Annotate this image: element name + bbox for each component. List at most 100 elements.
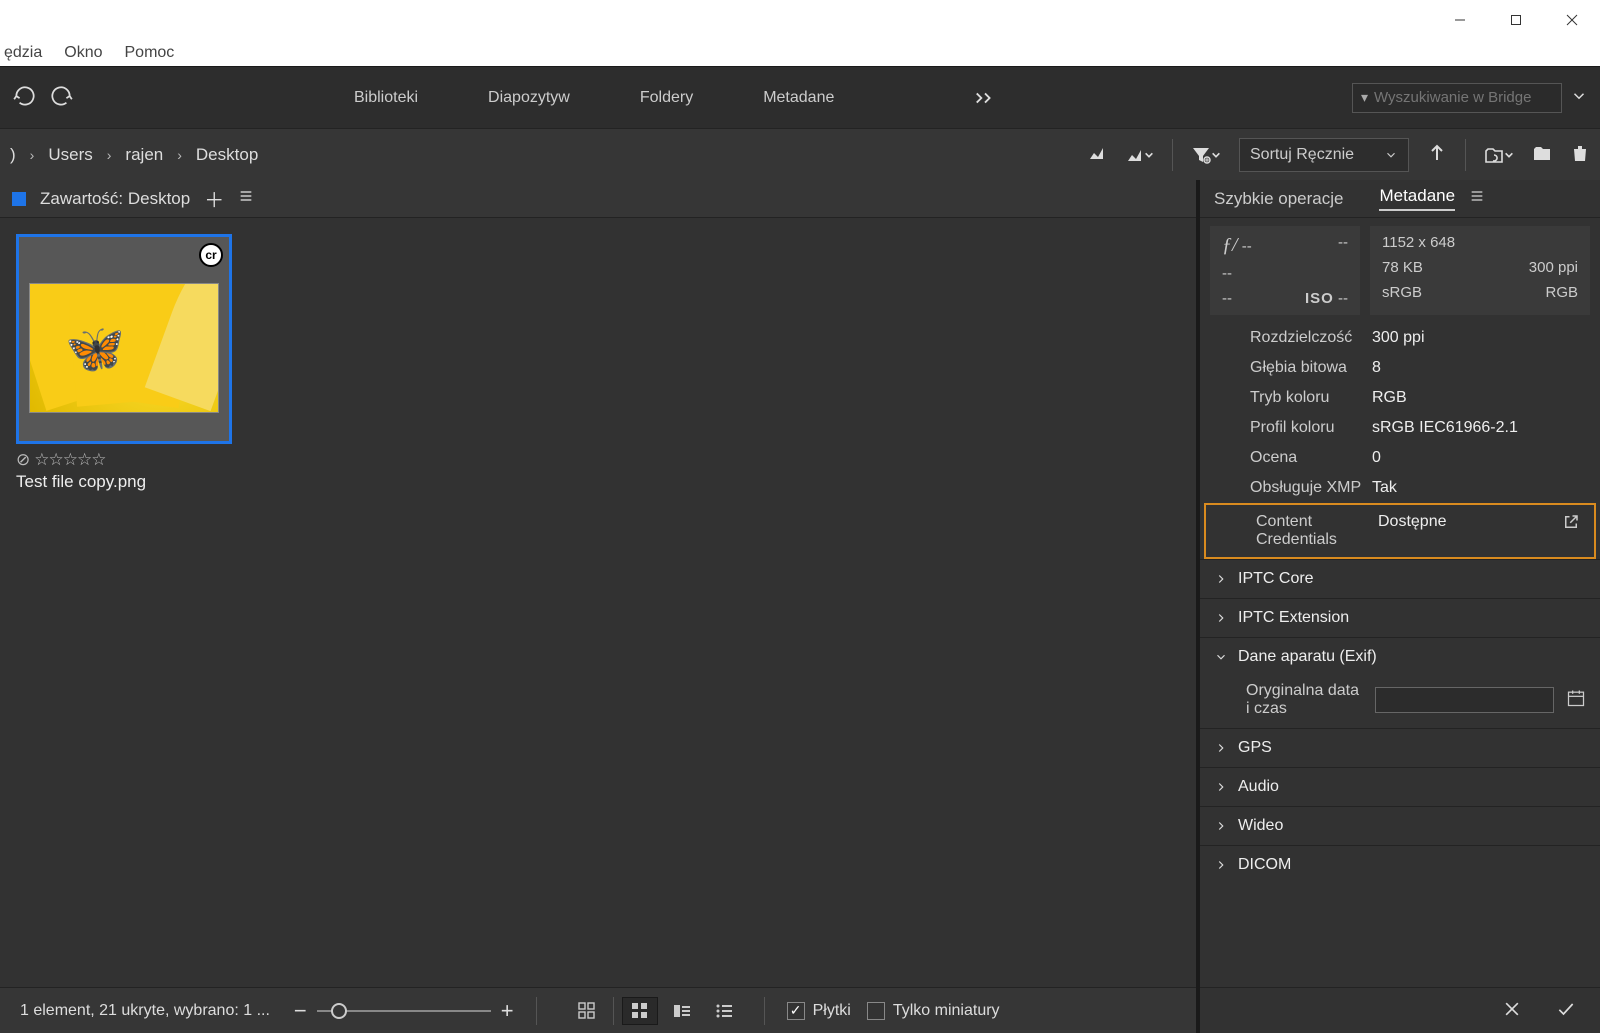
thumbnail-filename: Test file copy.png [16,472,232,492]
breadcrumb-segment[interactable]: ) [10,145,16,165]
chevron-right-icon [1214,819,1228,833]
workspace-tab[interactable]: Foldery [640,89,693,107]
zoom-decrease-button[interactable] [1088,143,1108,166]
section-dicom[interactable]: DICOM [1200,846,1600,884]
zoom-in-button[interactable]: + [501,998,514,1024]
exif-original-date-row: Oryginalna data i czas [1200,676,1600,728]
delete-button[interactable] [1570,143,1590,166]
menu-item[interactable]: Okno [64,44,102,62]
sort-dropdown[interactable]: Sortuj Ręcznie [1239,138,1409,172]
exif-date-input[interactable] [1375,687,1554,713]
metadata-row: Głębia bitowa8 [1200,353,1600,383]
window-minimize-button[interactable] [1432,0,1488,40]
search-options-caret[interactable] [1570,87,1588,108]
reject-icon[interactable]: ⊘ [16,450,30,470]
filter-button[interactable] [1191,145,1221,165]
tab-quick-operations[interactable]: Szybkie operacje [1214,189,1343,209]
sort-direction-button[interactable] [1427,143,1447,166]
view-grid-button[interactable] [622,997,658,1025]
camera-summary-card: ƒ/ ---- -- --ISO -- [1210,226,1360,315]
section-iptc-core[interactable]: IPTC Core [1200,560,1600,598]
path-toolbar: ) › Users › rajen › Desktop Sortuj Ręczn… [0,128,1600,180]
right-panel-tabs: Szybkie operacje Metadane [1200,180,1600,218]
section-exif[interactable]: Dane aparatu (Exif) [1200,638,1600,676]
metadata-footer [1200,987,1600,1033]
new-folder-button[interactable] [1532,143,1552,166]
metadata-row: Tryb koloruRGB [1200,383,1600,413]
content-header: Zawartość: Desktop ＋ [0,180,1196,218]
thumbnail-zoom-slider[interactable]: − + [294,998,514,1024]
thumbnail-grid: cr 🦋 ⊘ ☆☆☆☆☆ Test file copy.png [0,218,1196,987]
thumbs-only-checkbox[interactable]: Tylko miniatury [867,1002,1000,1020]
breadcrumb-segment[interactable]: Desktop [196,145,258,165]
section-gps[interactable]: GPS [1200,729,1600,767]
redo-button[interactable] [48,83,74,112]
panel-color-swatch [12,192,26,206]
star-rating[interactable]: ☆☆☆☆☆ [34,450,105,470]
window-close-button[interactable] [1544,0,1600,40]
tiles-checkbox[interactable]: Płytki [787,1002,851,1020]
chevron-right-icon [1214,572,1228,586]
workspace-tab[interactable]: Metadane [763,89,834,107]
view-list-button[interactable] [706,997,742,1025]
content-credentials-badge: cr [199,243,223,267]
content-header-title: Zawartość: Desktop [40,189,190,209]
chevron-right-icon [1214,611,1228,625]
section-wideo[interactable]: Wideo [1200,807,1600,845]
window-titlebar [0,0,1600,40]
zoom-increase-button[interactable] [1126,145,1154,165]
menu-item[interactable]: ędzia [4,44,42,62]
add-button[interactable]: ＋ [204,184,224,213]
thumbnail-rating[interactable]: ⊘ ☆☆☆☆☆ [16,450,232,470]
workspace-tab[interactable]: Biblioteki [354,89,418,107]
file-summary-card: 1152 x 648 78 KB300 ppi sRGBRGB [1370,226,1590,315]
metadata-summary: ƒ/ ---- -- --ISO -- 1152 x 648 78 KB300 … [1200,218,1600,323]
workspace-tabs: Biblioteki Diapozytyw Foldery Metadane [354,89,834,107]
chevron-right-icon [1214,780,1228,794]
view-mode-toggles [569,997,742,1025]
main-toolbar: Biblioteki Diapozytyw Foldery Metadane ▾ [0,66,1600,128]
breadcrumb: ) › Users › rajen › Desktop [10,145,258,165]
metadata-row: Profil kolorusRGB IEC61966-2.1 [1200,413,1600,443]
view-details-button[interactable] [664,997,700,1025]
metadata-row: Ocena0 [1200,443,1600,473]
sort-dropdown-label: Sortuj Ręcznie [1250,146,1354,164]
tab-metadata[interactable]: Metadane [1379,186,1455,211]
tiles-label: Płytki [813,1002,851,1020]
content-credentials-row[interactable]: Content Credentials Dostępne [1204,503,1596,559]
panel-menu-icon[interactable] [1469,188,1485,209]
thumbnail-frame: cr 🦋 [16,234,232,444]
apply-button[interactable] [1556,999,1576,1022]
calendar-icon[interactable] [1566,688,1586,713]
menu-item[interactable]: Pomoc [125,44,175,62]
chevron-down-icon [1384,148,1398,162]
chevron-right-icon: › [107,147,112,163]
section-iptc-extension[interactable]: IPTC Extension [1200,599,1600,637]
metadata-row: Obsługuje XMPTak [1200,473,1600,503]
window-maximize-button[interactable] [1488,0,1544,40]
chevron-down-icon [1214,650,1228,664]
thumbnail-image: 🦋 [29,283,219,413]
thumbnail-item[interactable]: cr 🦋 ⊘ ☆☆☆☆☆ Test file copy.png [16,234,232,492]
metadata-panel: Szybkie operacje Metadane ƒ/ ---- -- --I… [1200,180,1600,1033]
cancel-button[interactable] [1502,999,1522,1022]
breadcrumb-segment[interactable]: Users [48,145,92,165]
view-grid-lock-button[interactable] [569,997,605,1025]
search-field[interactable] [1374,89,1573,106]
search-input[interactable]: ▾ [1352,83,1562,113]
thumbs-only-label: Tylko miniatury [893,1002,1000,1020]
workspace-overflow-button[interactable] [974,90,996,106]
external-link-icon[interactable] [1562,513,1580,549]
divider [1172,139,1173,171]
zoom-out-button[interactable]: − [294,998,307,1024]
exif-date-label: Oryginalna data i czas [1246,682,1363,718]
status-bar: 1 element, 21 ukryte, wybrano: 1 ... − +… [0,987,1196,1033]
section-audio[interactable]: Audio [1200,768,1600,806]
open-recent-button[interactable] [1484,145,1514,165]
checkbox-icon [787,1002,805,1020]
breadcrumb-segment[interactable]: rajen [125,145,163,165]
workspace-tab[interactable]: Diapozytyw [488,89,570,107]
panel-menu-icon[interactable] [238,188,254,209]
undo-button[interactable] [12,83,38,112]
metadata-row: Rozdzielczość300 ppi [1200,323,1600,353]
